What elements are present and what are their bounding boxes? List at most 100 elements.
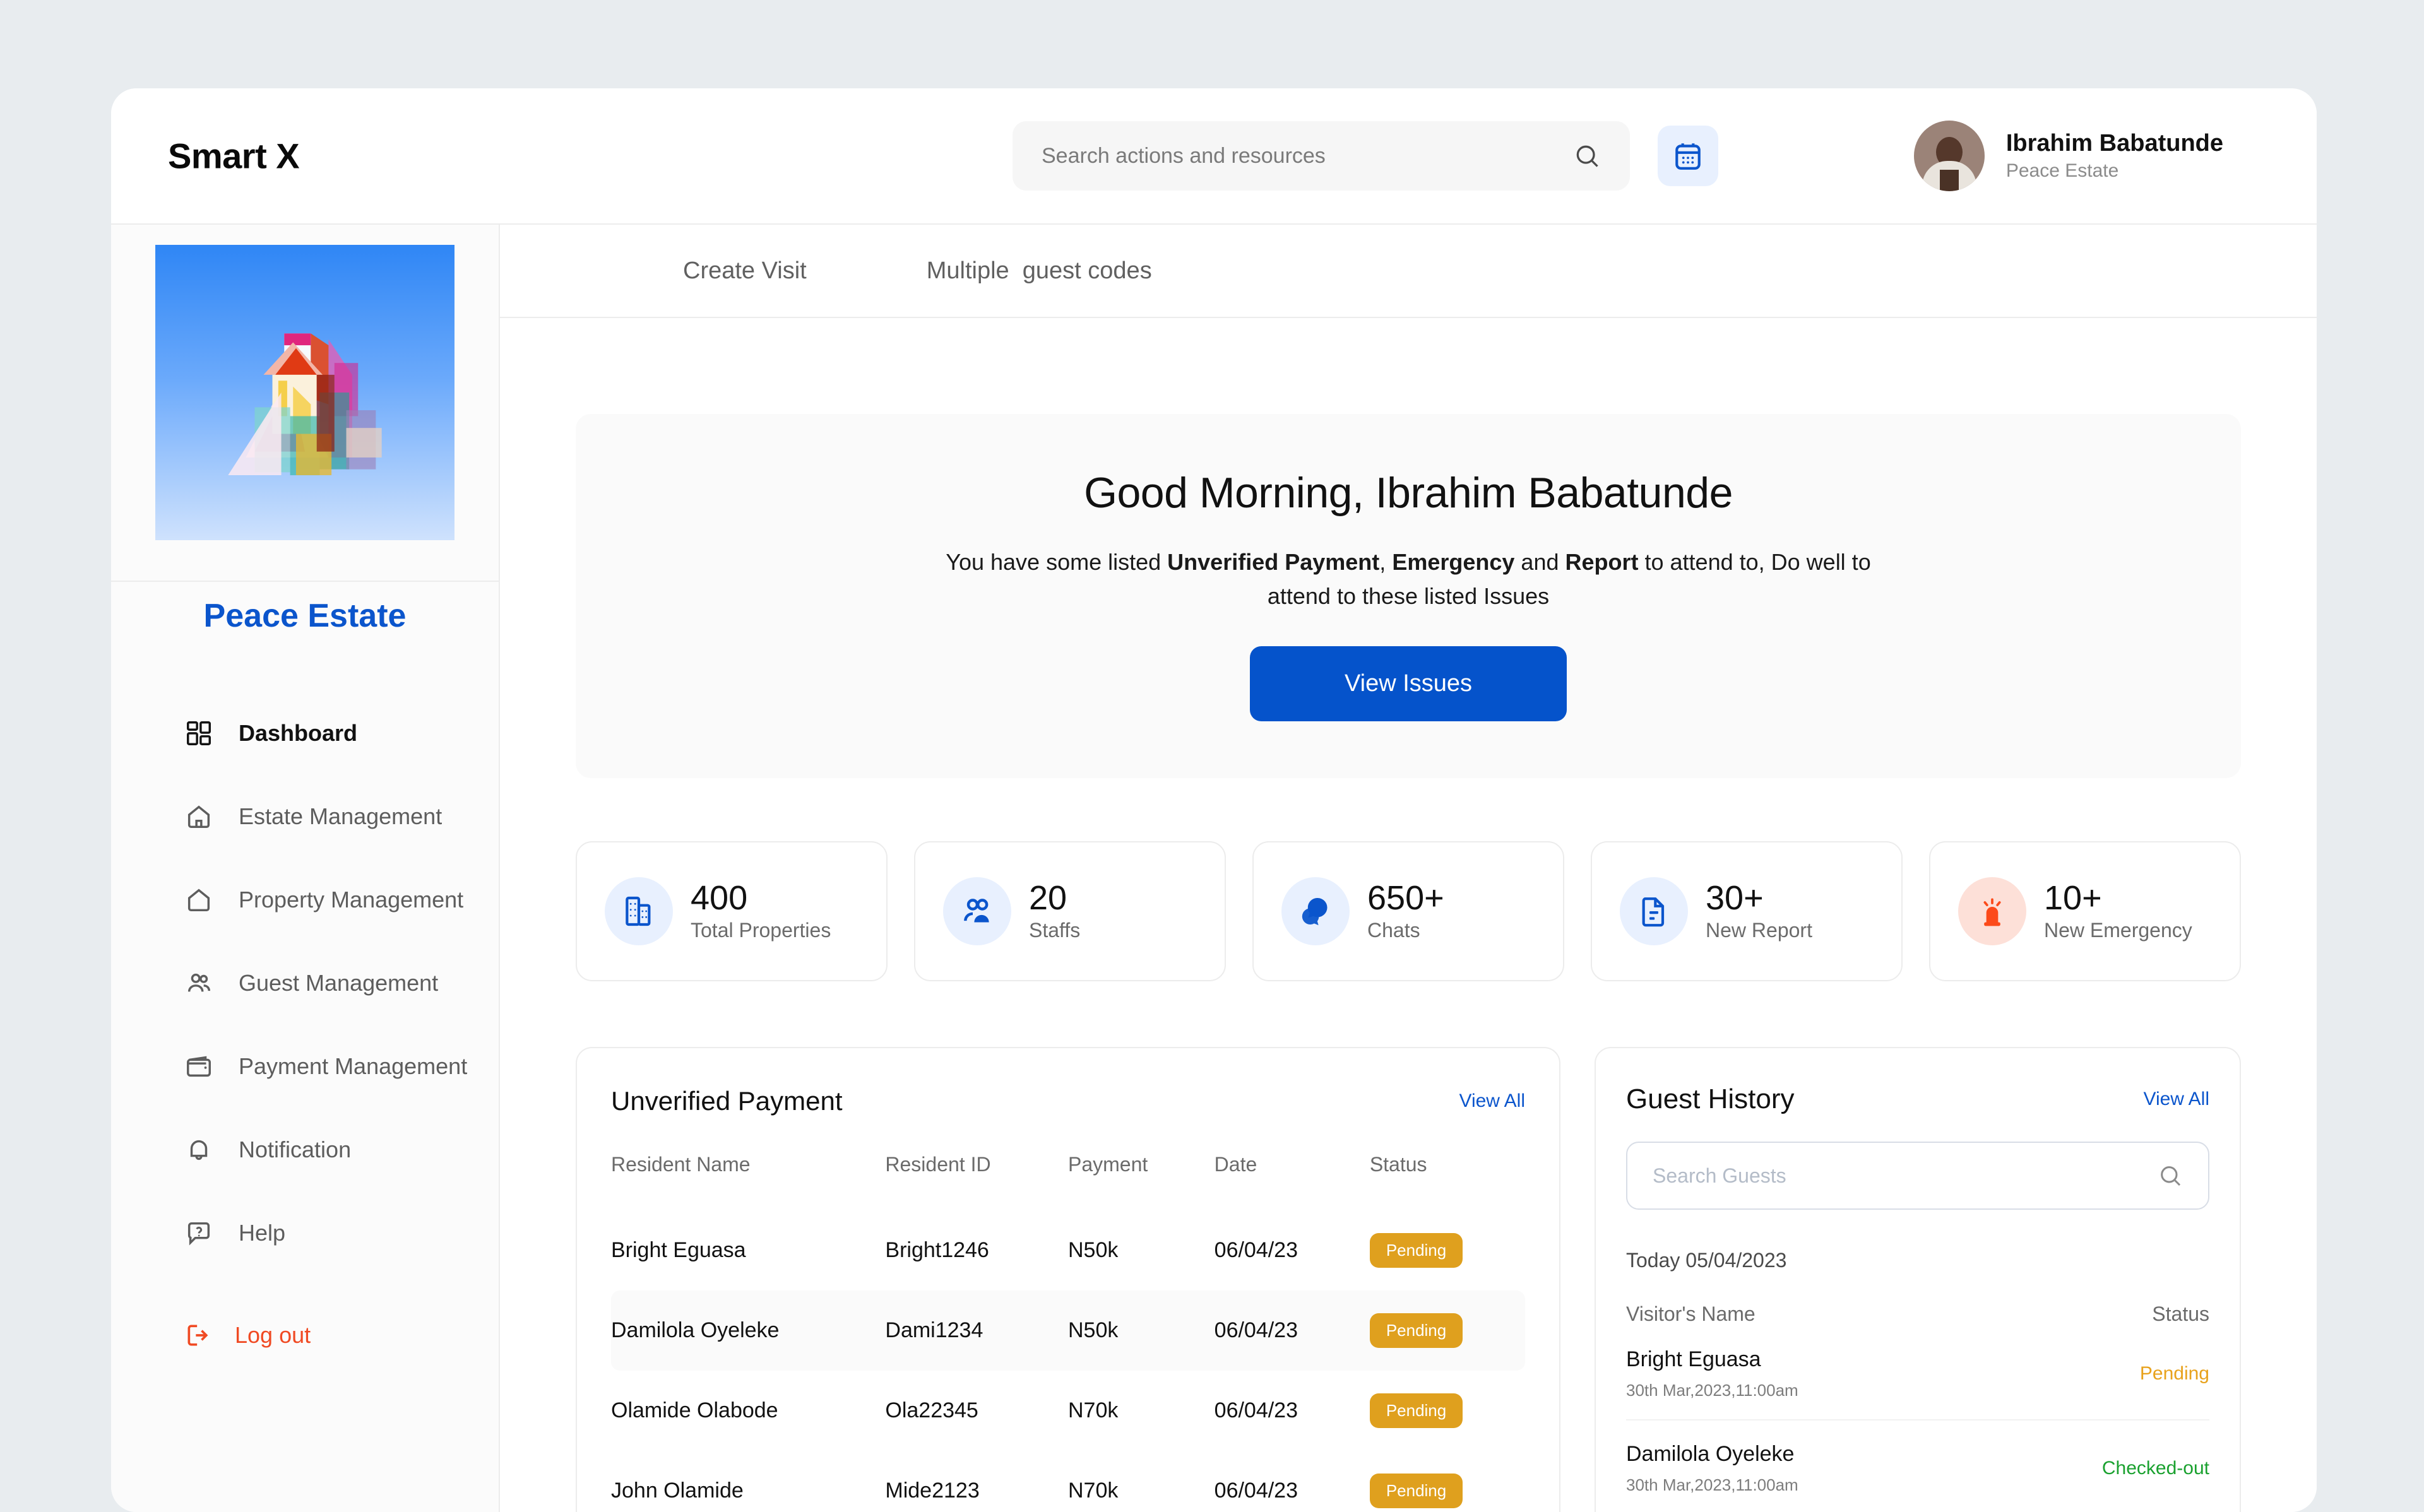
stat-value: 650+: [1367, 878, 1444, 918]
cell-date: 06/04/23: [1215, 1371, 1370, 1451]
guest-search-input[interactable]: [1653, 1164, 2158, 1188]
icon-circle: [1958, 877, 2026, 945]
sidebar-item-property-management[interactable]: Property Management: [111, 858, 499, 942]
people-icon: [960, 894, 995, 929]
cell-date: 06/04/23: [1215, 1210, 1370, 1291]
search-icon: [2158, 1163, 2183, 1188]
sidebar-item-payment-management[interactable]: Payment Management: [111, 1025, 499, 1108]
house-outline-icon: [184, 885, 213, 914]
table-row[interactable]: Damilola Oyeleke Dami1234 N50k 06/04/23 …: [611, 1291, 1525, 1371]
stat-card-total-properties[interactable]: 400 Total Properties: [576, 841, 888, 981]
stat-card-chats[interactable]: 650+ Chats: [1252, 841, 1564, 981]
greeting-banner: Good Morning, Ibrahim Babatunde You have…: [576, 414, 2241, 778]
people-icon: [184, 969, 213, 998]
cell-payment: N50k: [1068, 1291, 1215, 1371]
global-search[interactable]: [1013, 121, 1630, 191]
icon-circle: [1620, 877, 1688, 945]
status-badge: Pending: [1370, 1233, 1463, 1268]
table-header-row: Resident Name Resident ID Payment Date S…: [611, 1153, 1525, 1210]
stat-card-new-emergency[interactable]: 10+ New Emergency: [1929, 841, 2241, 981]
table-row[interactable]: John Olamide Mide2123 N70k 06/04/23 Pend…: [611, 1451, 1525, 1512]
column-header: Status: [1370, 1153, 1525, 1210]
unverified-payment-title: Unverified Payment: [611, 1086, 843, 1116]
logout-button[interactable]: Log out: [111, 1321, 499, 1349]
cell-resident-name: Olamide Olabode: [611, 1371, 885, 1451]
estate-name: Peace Estate: [111, 597, 499, 654]
stat-value: 10+: [2044, 878, 2192, 918]
guest-history-columns: Visitor's Name Status: [1626, 1302, 2209, 1326]
column-header: Payment: [1068, 1153, 1215, 1210]
tab-create-visit[interactable]: Create Visit: [683, 257, 807, 285]
guest-search[interactable]: [1626, 1142, 2209, 1210]
column-header: Resident Name: [611, 1153, 885, 1210]
status-badge: Pending: [1370, 1313, 1463, 1348]
calendar-button[interactable]: [1658, 126, 1718, 186]
guest-time: 30th Mar,2023,11:00am: [1626, 1381, 1798, 1400]
stat-value: 20: [1029, 878, 1080, 918]
table-row[interactable]: Olamide Olabode Ola22345 N70k 06/04/23 P…: [611, 1371, 1525, 1451]
user-profile[interactable]: Ibrahim Babatunde Peace Estate: [1914, 121, 2223, 191]
estate-card: Peace Estate: [111, 225, 499, 654]
cell-resident-name: Damilola Oyeleke: [611, 1291, 885, 1371]
stat-caption: New Report: [1706, 918, 1812, 944]
column-header: Visitor's Name: [1626, 1302, 1756, 1326]
guest-history-view-all[interactable]: View All: [2143, 1089, 2209, 1110]
app-window: Smart X: [111, 88, 2317, 1512]
cell-payment: N70k: [1068, 1451, 1215, 1512]
sidebar-item-label: Dashboard: [239, 720, 357, 747]
icon-circle: [943, 877, 1011, 945]
cell-payment: N50k: [1068, 1210, 1215, 1291]
chat-icon: [1298, 894, 1333, 929]
cell-status: Pending: [1370, 1210, 1525, 1291]
search-icon: [1573, 142, 1601, 170]
sidebar-item-help[interactable]: Help: [111, 1191, 499, 1275]
wallet-icon: [184, 1052, 213, 1081]
stat-caption: New Emergency: [2044, 918, 2192, 944]
bell-icon: [184, 1135, 213, 1164]
cell-status: Pending: [1370, 1371, 1525, 1451]
list-item[interactable]: Damilola Oyeleke 30th Mar,2023,11:00am C…: [1626, 1420, 2209, 1512]
sidebar-item-label: Help: [239, 1220, 285, 1246]
cell-payment: N70k: [1068, 1371, 1215, 1451]
table-row[interactable]: Bright Eguasa Bright1246 N50k 06/04/23 P…: [611, 1210, 1525, 1291]
guest-history-title: Guest History: [1626, 1084, 1795, 1115]
profile-name: Ibrahim Babatunde: [2006, 129, 2223, 159]
column-header: Resident ID: [885, 1153, 1068, 1210]
logout-label: Log out: [235, 1322, 311, 1349]
stats-row: 400 Total Properties 20 Staffs: [576, 841, 2241, 981]
page-title: Good Morning, Ibrahim Babatunde: [601, 468, 2216, 517]
sidebar-item-dashboard[interactable]: Dashboard: [111, 692, 499, 775]
view-issues-button[interactable]: View Issues: [1250, 646, 1567, 721]
page-background: Smart X: [0, 0, 2424, 1512]
calendar-icon: [1672, 140, 1704, 172]
tab-bar: Create Visit Multiple guest codes: [500, 225, 2317, 318]
sidebar-item-guest-management[interactable]: Guest Management: [111, 942, 499, 1025]
stat-caption: Total Properties: [691, 918, 831, 944]
sidebar-item-label: Property Management: [239, 887, 463, 913]
cell-resident-id: Mide2123: [885, 1451, 1068, 1512]
icon-circle: [605, 877, 673, 945]
status-badge: Pending: [1370, 1393, 1463, 1428]
document-icon: [1636, 894, 1672, 929]
sidebar-item-estate-management[interactable]: Estate Management: [111, 775, 499, 858]
stat-card-new-report[interactable]: 30+ New Report: [1591, 841, 1903, 981]
search-input[interactable]: [1042, 144, 1573, 168]
building-icon: [621, 894, 656, 929]
status-badge: Checked-out: [2102, 1458, 2209, 1479]
column-header: Date: [1215, 1153, 1370, 1210]
logout-icon: [184, 1321, 212, 1349]
stat-caption: Staffs: [1029, 918, 1080, 944]
grid-icon: [184, 719, 213, 748]
unverified-payment-view-all[interactable]: View All: [1459, 1090, 1525, 1112]
cell-resident-id: Dami1234: [885, 1291, 1068, 1371]
home-icon: [184, 802, 213, 831]
app-logo: Smart X: [168, 136, 299, 177]
tab-multiple-guest-codes[interactable]: Multiple guest codes: [927, 257, 1152, 285]
panels-row: Unverified Payment View All Resident Nam…: [576, 1047, 2241, 1512]
help-chat-icon: [184, 1219, 213, 1248]
stat-card-staffs[interactable]: 20 Staffs: [914, 841, 1226, 981]
sidebar-item-notification[interactable]: Notification: [111, 1108, 499, 1191]
main-content: Good Morning, Ibrahim Babatunde You have…: [500, 318, 2317, 1512]
greeting-message: You have some listed Unverified Payment,…: [929, 545, 1888, 613]
list-item[interactable]: Bright Eguasa 30th Mar,2023,11:00am Pend…: [1626, 1326, 2209, 1420]
